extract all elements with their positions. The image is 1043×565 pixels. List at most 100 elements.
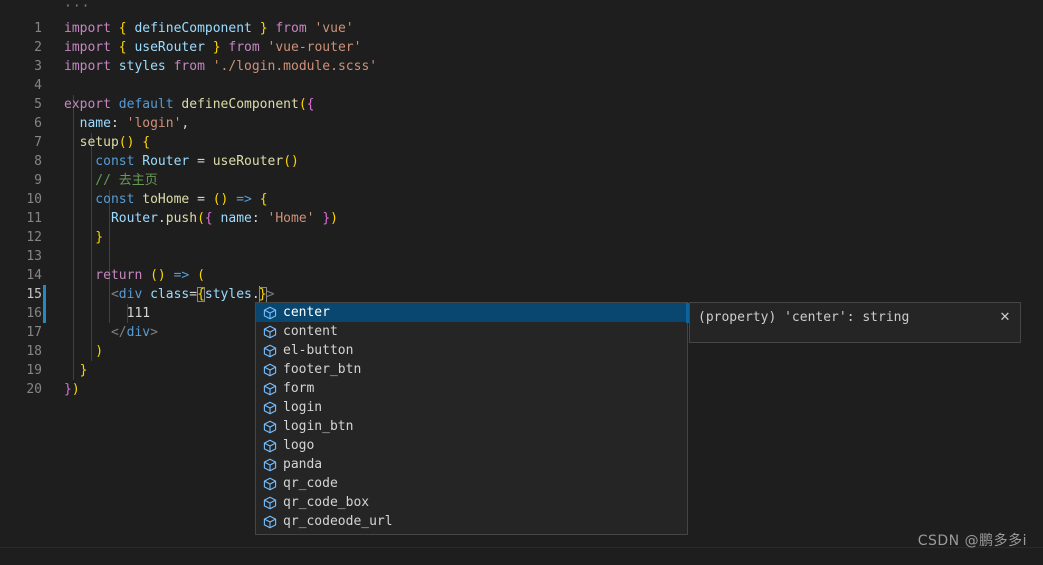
code-line[interactable]: 12 } xyxy=(0,228,1043,247)
fold-ellipsis-icon[interactable]: ··· xyxy=(64,0,90,14)
property-cube-icon xyxy=(263,458,277,471)
line-number: 6 xyxy=(34,116,42,131)
line-number: 3 xyxy=(34,59,42,74)
line-content: setup() { xyxy=(64,135,151,150)
code-line[interactable]: 8 const Router = useRouter() xyxy=(0,152,1043,171)
autocomplete-item-label: center xyxy=(283,305,330,320)
line-content: 111 xyxy=(64,306,151,321)
code-editor[interactable]: ··· 1 import { defineComponent } from 'v… xyxy=(0,0,1043,565)
line-number: 17 xyxy=(26,325,42,340)
code-line[interactable]: 1 import { defineComponent } from 'vue' xyxy=(0,19,1043,38)
property-cube-icon xyxy=(263,439,277,452)
autocomplete-item[interactable]: qr_code xyxy=(256,474,687,493)
code-line[interactable]: 4 xyxy=(0,76,1043,95)
property-cube-icon xyxy=(263,496,277,509)
autocomplete-dropdown[interactable]: center content el-button footer_btnform logi… xyxy=(255,302,688,535)
line-content: return () => ( xyxy=(64,268,205,283)
line-content: import { useRouter } from 'vue-router' xyxy=(64,40,362,55)
code-line[interactable]: 10 const toHome = () => { xyxy=(0,190,1043,209)
property-signature: (property) 'center': string xyxy=(698,310,910,325)
close-icon[interactable]: ✕ xyxy=(994,307,1016,329)
code-line[interactable]: 13 xyxy=(0,247,1043,266)
autocomplete-item[interactable]: footer_btn xyxy=(256,360,687,379)
bottom-divider xyxy=(0,547,1043,548)
code-line[interactable]: 5 export default defineComponent({ xyxy=(0,95,1043,114)
autocomplete-item[interactable]: center xyxy=(256,303,687,322)
line-number: 1 xyxy=(34,21,42,36)
line-content: ) xyxy=(64,344,104,359)
line-content: <div class={styles.}> xyxy=(64,286,275,304)
line-content: } xyxy=(64,363,88,378)
line-number: 13 xyxy=(26,249,42,264)
line-content: const Router = useRouter() xyxy=(64,154,299,169)
property-cube-icon xyxy=(263,344,277,357)
code-area[interactable]: ··· 1 import { defineComponent } from 'v… xyxy=(0,0,1043,397)
line-number: 18 xyxy=(26,344,42,359)
property-cube-icon xyxy=(263,363,277,376)
autocomplete-list[interactable]: center content el-button footer_btnform logi… xyxy=(256,303,687,531)
property-cube-icon xyxy=(263,477,277,490)
autocomplete-item-label: panda xyxy=(283,457,323,472)
code-line[interactable]: 14 return () => ( xyxy=(0,266,1043,285)
line-number: 15 xyxy=(26,287,42,302)
property-cube-icon xyxy=(263,515,277,528)
line-content: }) xyxy=(64,382,80,397)
autocomplete-item-label: footer_btn xyxy=(283,362,362,377)
line-number: 8 xyxy=(34,154,42,169)
autocomplete-item-label: el-button xyxy=(283,343,354,358)
autocomplete-item[interactable]: login_btn xyxy=(256,417,687,436)
line-number: 20 xyxy=(26,382,42,397)
line-content: name: 'login', xyxy=(64,116,190,131)
code-line[interactable]: 7 setup() { xyxy=(0,133,1043,152)
details-accent-bar xyxy=(686,303,689,323)
line-number: 11 xyxy=(26,211,42,226)
fold-indicator-row: ··· xyxy=(0,0,1043,19)
code-line[interactable]: 3 import styles from './login.module.scs… xyxy=(0,57,1043,76)
autocomplete-item[interactable]: qr_codeode_url xyxy=(256,512,687,531)
property-cube-icon xyxy=(263,401,277,414)
autocomplete-item-label: login xyxy=(283,400,323,415)
watermark-text: CSDN @鹏多多i xyxy=(917,533,1027,549)
line-number: 9 xyxy=(34,173,42,188)
code-line[interactable]: 9 // 去主页 xyxy=(0,171,1043,190)
code-line[interactable]: 11 Router.push({ name: 'Home' }) xyxy=(0,209,1043,228)
autocomplete-item[interactable]: logo xyxy=(256,436,687,455)
autocomplete-details-panel: (property) 'center': string ✕ xyxy=(689,302,1021,343)
property-cube-icon xyxy=(263,382,277,395)
line-content: // 去主页 xyxy=(64,173,158,188)
line-content: </div> xyxy=(64,325,158,340)
property-cube-icon xyxy=(263,306,277,319)
autocomplete-item[interactable]: qr_code_box xyxy=(256,493,687,512)
line-content: const toHome = () => { xyxy=(64,192,268,207)
autocomplete-item-label: content xyxy=(283,324,338,339)
line-number: 5 xyxy=(34,97,42,112)
property-cube-icon xyxy=(263,420,277,433)
autocomplete-item[interactable]: login xyxy=(256,398,687,417)
autocomplete-item[interactable]: panda xyxy=(256,455,687,474)
autocomplete-item[interactable]: el-button xyxy=(256,341,687,360)
autocomplete-item-label: form xyxy=(283,381,315,396)
line-number: 14 xyxy=(26,268,42,283)
autocomplete-item-label: qr_code_box xyxy=(283,495,370,510)
line-number: 4 xyxy=(34,78,42,93)
line-content: } xyxy=(64,230,104,245)
line-content: import styles from './login.module.scss' xyxy=(64,59,378,74)
autocomplete-item-label: qr_codeode_url xyxy=(283,514,393,529)
code-line[interactable]: 2 import { useRouter } from 'vue-router' xyxy=(0,38,1043,57)
autocomplete-item-label: logo xyxy=(283,438,315,453)
line-content: export default defineComponent({ xyxy=(64,97,315,112)
property-cube-icon xyxy=(263,325,277,338)
autocomplete-item[interactable]: form xyxy=(256,379,687,398)
line-number: 12 xyxy=(26,230,42,245)
line-content: Router.push({ name: 'Home' }) xyxy=(64,211,338,226)
line-number: 19 xyxy=(26,363,42,378)
line-number: 16 xyxy=(26,306,42,321)
line-number: 7 xyxy=(34,135,42,150)
line-number: 10 xyxy=(26,192,42,207)
code-line[interactable]: 6 name: 'login', xyxy=(0,114,1043,133)
autocomplete-item[interactable]: content xyxy=(256,322,687,341)
line-content: import { defineComponent } from 'vue' xyxy=(64,21,354,36)
autocomplete-item-label: qr_code xyxy=(283,476,338,491)
line-number: 2 xyxy=(34,40,42,55)
autocomplete-item-label: login_btn xyxy=(283,419,354,434)
